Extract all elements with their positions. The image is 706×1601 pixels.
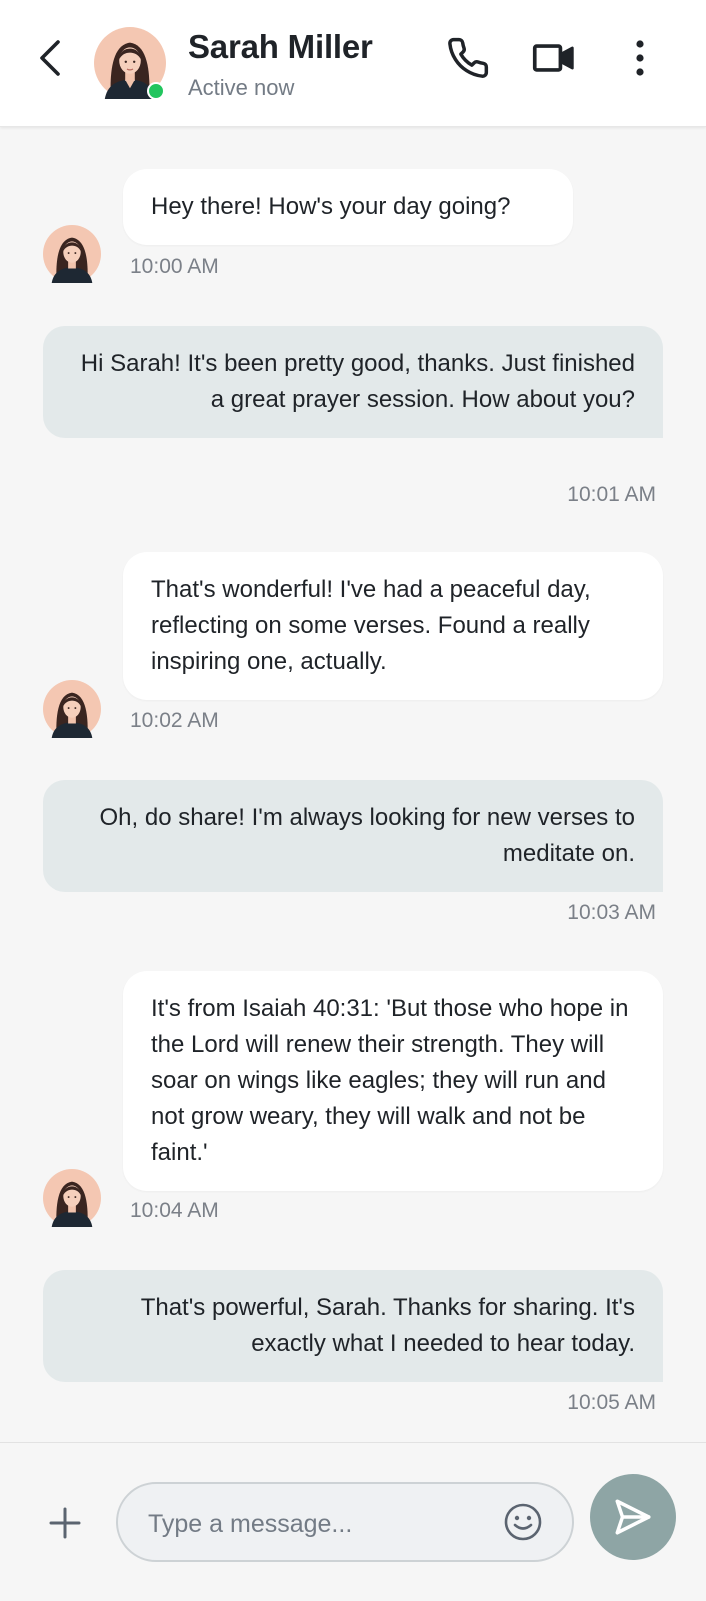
voice-call-button[interactable] — [446, 36, 490, 80]
emoji-button[interactable] — [502, 1501, 544, 1543]
incoming-message-bubble: It's from Isaiah 40:31: 'But those who h… — [123, 971, 663, 1191]
message-timestamp: 10:04 AM — [130, 1199, 219, 1222]
message-composer — [0, 1442, 706, 1601]
message-timestamp: 10:00 AM — [130, 255, 219, 278]
outgoing-message-bubble: That's powerful, Sarah. Thanks for shari… — [43, 1270, 663, 1382]
send-icon — [615, 1499, 651, 1535]
incoming-message-bubble: Hey there! How's your day going? — [123, 169, 573, 245]
sender-avatar — [43, 1169, 101, 1227]
sender-avatar — [43, 680, 101, 738]
more-options-button[interactable] — [618, 36, 662, 80]
message-timestamp: 10:03 AM — [567, 901, 656, 924]
more-vertical-icon — [636, 40, 644, 76]
online-status-dot — [147, 82, 165, 100]
sender-avatar — [43, 225, 101, 283]
video-camera-icon — [532, 44, 574, 72]
contact-name[interactable]: Sarah Miller — [188, 28, 373, 66]
contact-status: Active now — [188, 75, 295, 100]
phone-icon — [448, 37, 489, 78]
message-timestamp: 10:05 AM — [567, 1391, 656, 1414]
plus-icon — [49, 1507, 81, 1539]
message-input-container — [116, 1482, 574, 1562]
incoming-message-bubble: That's wonderful! I've had a peaceful da… — [123, 552, 663, 700]
message-input[interactable] — [146, 1504, 480, 1544]
message-timestamp: 10:01 AM — [567, 483, 656, 506]
message-timestamp: 10:02 AM — [130, 709, 219, 732]
back-button[interactable] — [34, 36, 70, 80]
smiley-icon — [504, 1503, 542, 1541]
send-button[interactable] — [590, 1474, 676, 1560]
chat-header: Sarah Miller Active now — [0, 0, 706, 127]
outgoing-message-bubble: Oh, do share! I'm always looking for new… — [43, 780, 663, 892]
outgoing-message-bubble: Hi Sarah! It's been pretty good, thanks.… — [43, 326, 663, 438]
add-attachment-button[interactable] — [45, 1503, 85, 1543]
video-call-button[interactable] — [532, 36, 576, 80]
chevron-left-icon — [40, 40, 60, 76]
